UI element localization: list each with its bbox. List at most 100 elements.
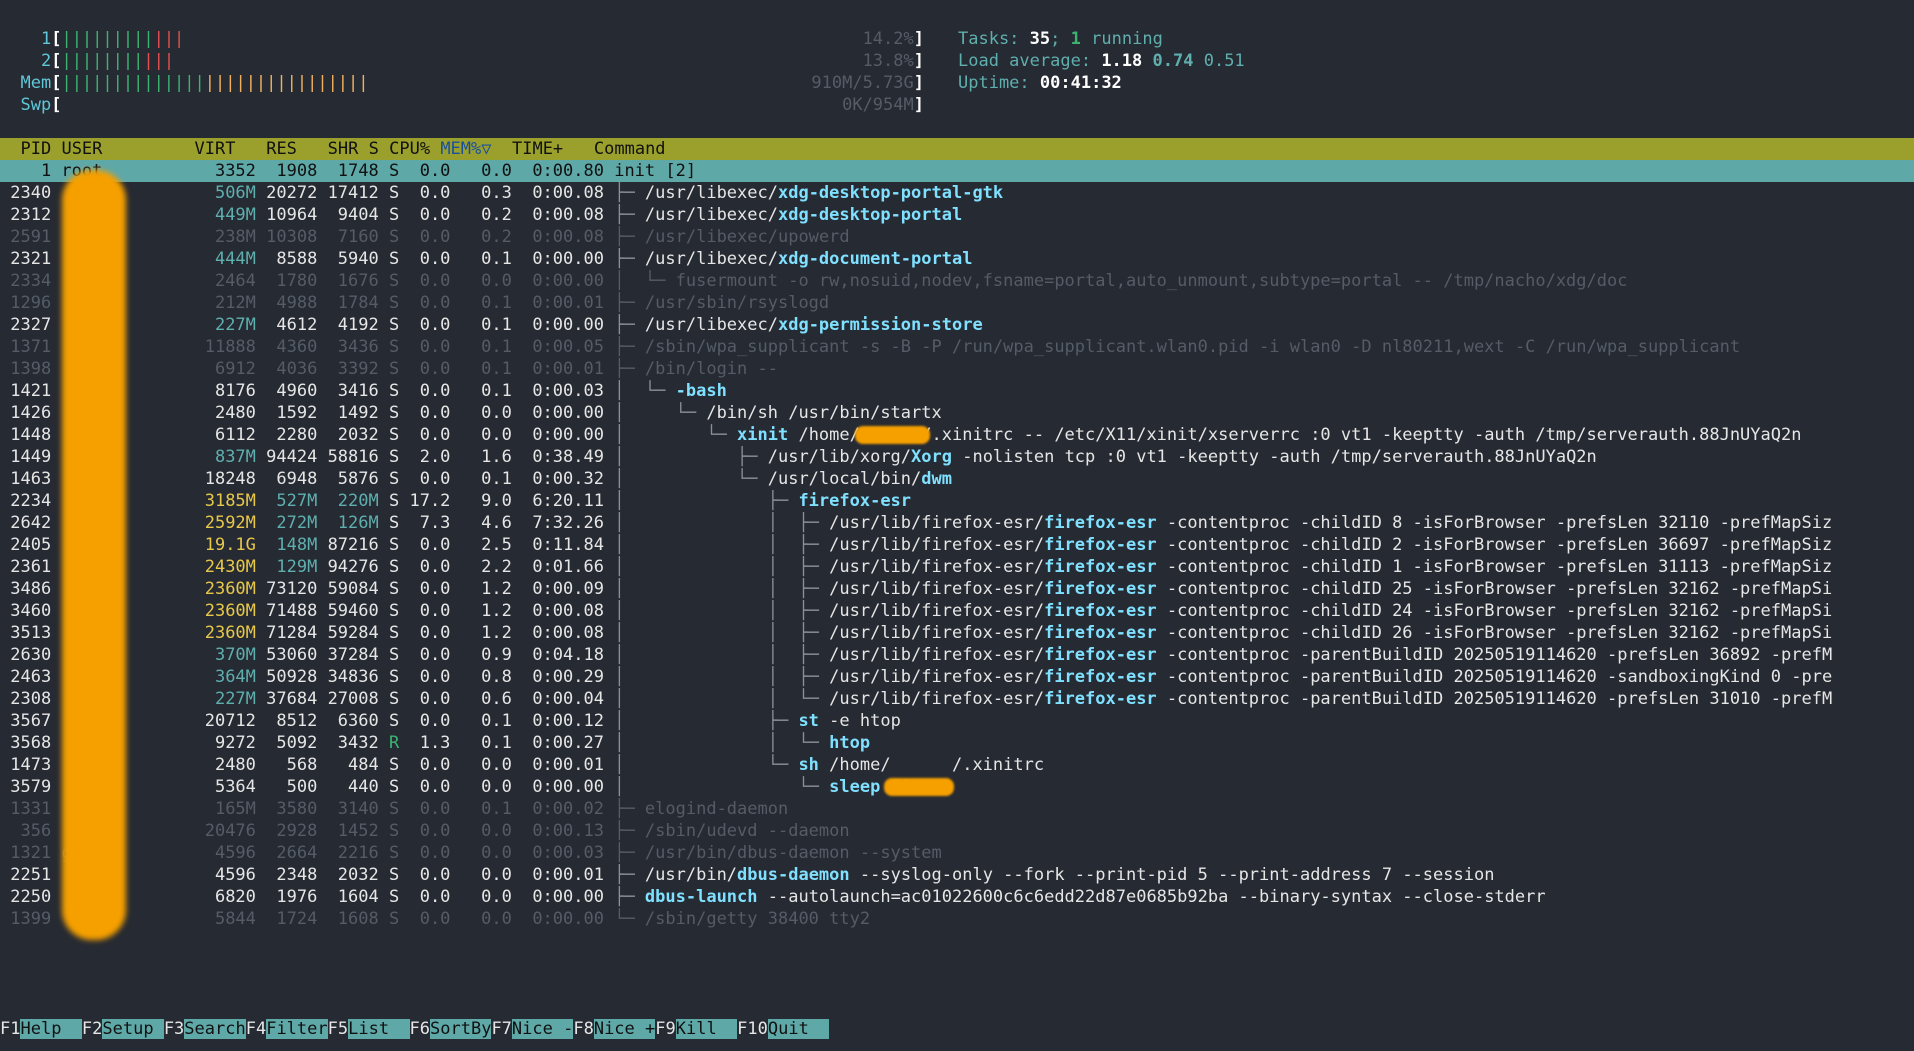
fkey-f7[interactable]: F7 <box>491 1019 512 1039</box>
process-row[interactable]: 2630 370M 53060 37284 S 0.0 0.9 0:04.18 … <box>0 644 1832 666</box>
process-row[interactable]: 3579 5364 500 440 S 0.0 0.0 0:00.00 │ └─… <box>0 776 911 798</box>
process-row[interactable]: 3568 9272 5092 3432 R 1.3 0.1 0:00.27 │ … <box>0 732 870 754</box>
fkey-label[interactable]: Filter <box>266 1019 328 1039</box>
process-row[interactable]: 1321 gebu 4596 2664 2216 S 0.0 0.0 0:00.… <box>0 842 942 864</box>
fkey-label[interactable]: Kill <box>675 1019 738 1039</box>
process-row[interactable]: 2642 2592M 272M 126M S 7.3 4.6 7:32.26 │… <box>0 512 1832 534</box>
shr-cell: 6360 <box>327 711 389 731</box>
process-row[interactable]: 2321 444M 8588 5940 S 0.0 0.1 0:00.00 ├─… <box>0 248 972 270</box>
process-row[interactable]: 2361 2430M 129M 94276 S 0.0 2.2 0:01.66 … <box>0 556 1832 578</box>
fkey-label[interactable]: Nice - <box>511 1019 574 1039</box>
virt-cell: 165M <box>153 799 267 819</box>
fkey-label[interactable]: Setup <box>102 1019 164 1039</box>
col-cpu[interactable]: CPU% <box>389 139 430 159</box>
mem-cell: 0.1 <box>470 469 533 489</box>
tree-branch: ├─ <box>614 205 645 225</box>
col-time[interactable]: TIME+ <box>512 139 563 159</box>
command-path: /sbin/wpa_supplicant -s -B -P /run/wpa_s… <box>644 337 1741 357</box>
fkey-label[interactable]: Search <box>184 1019 246 1039</box>
cpu1-bars: ||||||||| <box>61 29 154 49</box>
time-cell: 0:00.00 <box>532 777 615 797</box>
col-s[interactable]: S <box>369 139 379 159</box>
col-user[interactable]: USER <box>61 139 102 159</box>
process-row[interactable]: 1449 837M 94424 58816 S 2.0 1.6 0:38.49 … <box>0 446 1597 468</box>
col-command[interactable]: Command <box>594 139 666 159</box>
fkey-f9[interactable]: F9 <box>655 1019 676 1039</box>
res-cell: 4988 <box>266 293 328 313</box>
fkey-label[interactable]: Help <box>20 1019 82 1039</box>
virt-cell: 5364 <box>153 777 267 797</box>
tree-branch: │ └─ <box>614 381 676 401</box>
state-cell: S <box>388 227 410 247</box>
command-name: xdg-desktop-portal <box>777 205 963 225</box>
time-cell: 0:00.01 <box>532 755 615 775</box>
process-row[interactable]: 2405 19.1G 148M 87216 S 0.0 2.5 0:11.84 … <box>0 534 1832 556</box>
process-row[interactable]: 3486 2360M 73120 59084 S 0.0 1.2 0:00.09… <box>0 578 1832 600</box>
process-row[interactable]: 1473 2480 568 484 S 0.0 0.0 0:00.01 │ └─… <box>0 754 1044 776</box>
col-res[interactable]: RES <box>266 139 297 159</box>
fkey-f1[interactable]: F1 <box>0 1019 21 1039</box>
virt-cell: 6112 <box>153 425 267 445</box>
fkey-label[interactable]: SortBy <box>430 1019 492 1039</box>
process-row[interactable]: 1463 18248 6948 5876 S 0.0 0.1 0:00.32 │… <box>0 468 952 490</box>
col-virt[interactable]: VIRT <box>195 139 236 159</box>
pid-cell: 1448 <box>0 425 62 445</box>
process-row[interactable]: 2334 2464 1780 1676 S 0.0 0.0 0:00.00 │ … <box>0 270 1627 292</box>
shr-cell: 1748 <box>327 161 389 181</box>
process-row[interactable]: 3513 2360M 71284 59284 S 0.0 1.2 0:00.08… <box>0 622 1832 644</box>
shr-cell: 220M <box>327 491 389 511</box>
process-row[interactable]: 1426 2480 1592 1492 S 0.0 0.0 0:00.00 │ … <box>0 402 942 424</box>
fkey-f3[interactable]: F3 <box>163 1019 185 1039</box>
shr-cell: 94276 <box>327 557 389 577</box>
process-row[interactable]: 2327 227M 4612 4192 S 0.0 0.1 0:00.00 ├─… <box>0 314 982 336</box>
state-cell: S <box>388 777 410 797</box>
fkey-f2[interactable]: F2 <box>81 1019 103 1039</box>
tree-branch: ├─ <box>614 799 645 819</box>
fkey-f8[interactable]: F8 <box>573 1019 594 1039</box>
shr-cell: 1492 <box>327 403 389 423</box>
process-row[interactable]: 1399 5844 1724 1608 S 0.0 0.0 0:00.00 └─… <box>0 908 870 930</box>
fkey-f6[interactable]: F6 <box>409 1019 431 1039</box>
virt-cell: 4596 <box>153 843 267 863</box>
mem-cell: 0.0 <box>470 865 533 885</box>
process-row[interactable]: 2308 227M 37684 27008 S 0.0 0.6 0:00.04 … <box>0 688 1832 710</box>
cpu1-meter: 1[|||||||||||| <box>40 29 185 49</box>
process-row[interactable]: 2250 6820 1976 1604 S 0.0 0.0 0:00.00 ├─… <box>0 886 1545 908</box>
fkey-label[interactable]: Quit <box>767 1019 830 1039</box>
time-cell: 0:00.00 <box>532 315 615 335</box>
process-row[interactable]: 2234 3185M 527M 220M S 17.2 9.0 6:20.11 … <box>0 490 911 512</box>
cpu-cell: 0.0 <box>409 535 471 555</box>
process-row[interactable]: 2251 4596 2348 2032 S 0.0 0.0 0:00.01 ├─… <box>0 864 1494 886</box>
virt-cell: 238M <box>153 227 267 247</box>
cpu-cell: 0.0 <box>409 887 471 907</box>
virt-cell: 3185M <box>153 491 267 511</box>
process-row[interactable]: 2591 238M 10308 7160 S 0.0 0.2 0:00.08 ├… <box>0 226 849 248</box>
mem-cell: 0.1 <box>470 293 533 313</box>
process-row[interactable]: 1371 11888 4360 3436 S 0.0 0.1 0:00.05 ├… <box>0 336 1740 358</box>
process-row[interactable]: 3460 2360M 71488 59460 S 0.0 1.2 0:00.08… <box>0 600 1832 622</box>
mem-bars-green: |||||||||||||| <box>61 73 205 93</box>
process-row[interactable]: 356 20476 2928 1452 S 0.0 0.0 0:00.13 ├─… <box>0 820 849 842</box>
process-row[interactable]: 2463 364M 50928 34836 S 0.0 0.8 0:00.29 … <box>0 666 1832 688</box>
fkey-label[interactable]: Nice + <box>593 1019 656 1039</box>
command-name: firefox-esr <box>1044 535 1157 555</box>
process-row[interactable]: 2340 506M 20272 17412 S 0.0 0.3 0:00.08 … <box>0 182 1003 204</box>
fkey-label[interactable]: List <box>348 1019 410 1039</box>
pid-cell: 1296 <box>0 293 62 313</box>
res-cell: 10308 <box>266 227 328 247</box>
fkey-f10[interactable]: F10 <box>737 1019 768 1039</box>
res-cell: 4036 <box>266 359 328 379</box>
time-cell: 0:00.80 <box>532 161 615 181</box>
col-shr[interactable]: SHR <box>328 139 359 159</box>
fkey-f5[interactable]: F5 <box>327 1019 349 1039</box>
state-cell: S <box>388 535 410 555</box>
col-pid[interactable]: PID <box>0 139 51 159</box>
time-cell: 0:00.00 <box>532 403 615 423</box>
process-row[interactable]: 2312 449M 10964 9404 S 0.0 0.2 0:00.08 ├… <box>0 204 962 226</box>
command-path: /usr/libexec/ <box>644 249 778 269</box>
col-mem[interactable]: MEM%▽ <box>440 139 491 159</box>
tree-branch: │ └─ <box>614 777 830 797</box>
process-row[interactable]: 3567 20712 8512 6360 S 0.0 0.1 0:00.12 │… <box>0 710 901 732</box>
state-cell: S <box>388 315 410 335</box>
fkey-f4[interactable]: F4 <box>245 1019 267 1039</box>
